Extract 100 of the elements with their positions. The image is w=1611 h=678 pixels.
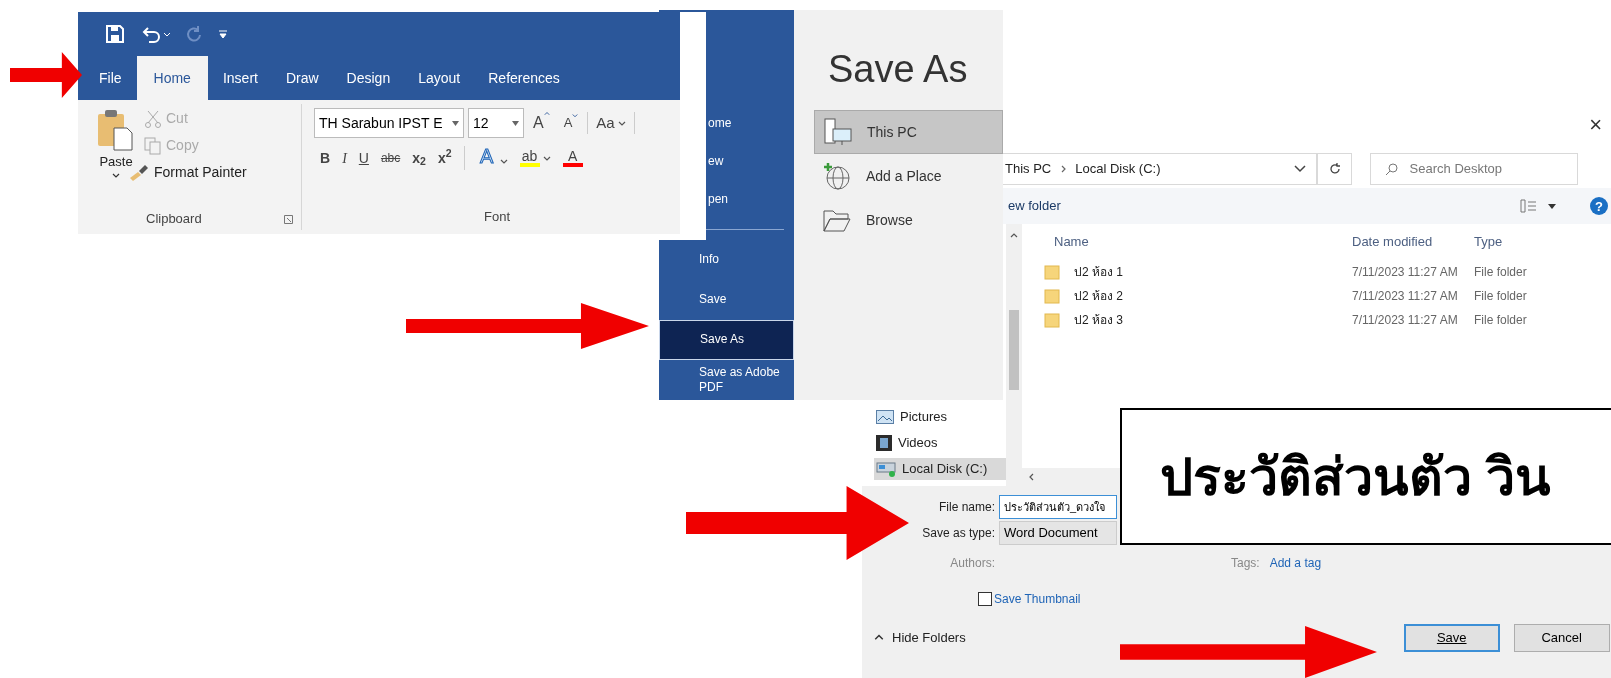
format-button[interactable]: B	[320, 147, 331, 169]
search-input[interactable]: Search Desktop	[1409, 159, 1560, 179]
search-field[interactable]: Search Desktop	[1369, 153, 1578, 185]
type-cell-text: File folder	[1474, 264, 1527, 281]
save-location-item[interactable]: This PC	[814, 110, 1003, 154]
ribbon-tab[interactable]: Layout	[405, 56, 474, 100]
scroll-left-icon	[1028, 473, 1036, 481]
field-label: Tags:	[1231, 555, 1260, 572]
scroll-up-icon	[1010, 232, 1018, 240]
grow-font-button[interactable]: A	[528, 111, 555, 135]
folder-icon	[1044, 264, 1060, 280]
caret-icon	[542, 155, 551, 163]
backstage-nav-item[interactable]: pen	[708, 192, 729, 208]
breadcrumb-item[interactable]: This PC	[1005, 159, 1052, 179]
backstage-nav-item[interactable]: ome	[708, 115, 732, 131]
file-type-dropdown[interactable]: Word Document	[999, 521, 1117, 545]
caret-icon	[112, 171, 120, 180]
scrollbar-thumb[interactable]	[1009, 310, 1019, 390]
ribbon-tab[interactable]: Insert	[209, 56, 271, 100]
shrink-font-button[interactable]: A	[558, 113, 584, 133]
save-location-item[interactable]: Browse	[814, 198, 1003, 242]
dialog-launcher-icon[interactable]	[284, 214, 293, 224]
dropdown-arrow-icon	[512, 120, 519, 126]
picture-icon	[876, 410, 894, 424]
search-icon	[1384, 162, 1398, 176]
format-button[interactable]: x$_{2}$	[412, 147, 426, 169]
add-tag-link[interactable]: Add a tag	[1269, 554, 1322, 572]
save-icon[interactable]	[106, 25, 124, 43]
backstage-nav-item[interactable]: Save As	[659, 320, 794, 360]
dropdown-icon[interactable]	[1294, 165, 1307, 173]
file-row[interactable]: ป2 ห้อง 2 7/11/2023 11:27 AM File folder	[1022, 284, 1611, 308]
ribbon-tab[interactable]: Draw	[272, 56, 332, 100]
backstage-nav-item[interactable]: ew	[708, 154, 724, 169]
customize-icon[interactable]	[218, 29, 228, 39]
change-case-button[interactable]: Aa	[592, 111, 630, 135]
format-button[interactable]: x$^{2}$	[437, 147, 452, 169]
ribbon-tab[interactable]: Design	[333, 56, 404, 100]
caret-icon	[499, 158, 508, 166]
refresh-button[interactable]	[1317, 153, 1352, 185]
file-name: ป2 ห้อง 1	[1074, 264, 1124, 281]
font-color-button[interactable]: A	[562, 149, 583, 167]
computer-icon	[823, 117, 853, 147]
format-button[interactable]: I	[342, 147, 347, 169]
drive-icon	[876, 461, 896, 477]
folder-icon	[1044, 288, 1060, 304]
backstage-nav-item[interactable]: Info	[659, 240, 794, 280]
column-header[interactable]: Type	[1474, 232, 1503, 252]
file-name-field[interactable]: ประวัติส่วนตัว_ดวงใจ	[999, 495, 1117, 519]
chevron-icon	[1059, 165, 1068, 173]
column-header[interactable]: Name	[1054, 232, 1352, 252]
group-label: Clipboard	[146, 210, 202, 229]
dropdown-arrow-icon	[452, 120, 459, 126]
copy-icon	[144, 136, 162, 155]
save-button[interactable]: Save	[1403, 624, 1500, 652]
type-cell-text: File folder	[1474, 288, 1527, 305]
highlight-button[interactable]: ab	[519, 149, 551, 167]
backstage-nav-item[interactable]: Save as Adobe PDF	[659, 360, 794, 400]
date-cell-text: 7/11/2023 11:27 AM	[1352, 312, 1459, 329]
ribbon-tab[interactable]: Home	[136, 56, 208, 100]
folder-icon	[1044, 312, 1060, 328]
font-name-dropdown[interactable]: TH Sarabun IPST E	[314, 108, 464, 138]
font-size-dropdown[interactable]: 12	[468, 108, 524, 138]
scrollbar[interactable]	[1006, 224, 1022, 486]
help-button[interactable]: ?	[1590, 197, 1608, 215]
format-button[interactable]: U	[358, 147, 369, 169]
group-label: Font	[484, 207, 510, 226]
film-icon	[876, 435, 892, 451]
checkbox[interactable]	[978, 592, 992, 606]
format-button[interactable]: abc	[380, 149, 401, 167]
backstage-title: Save As	[827, 50, 969, 88]
new-folder-button[interactable]: ew folder	[1008, 196, 1061, 216]
folder-icon	[822, 207, 852, 233]
column-header[interactable]: Date modified	[1352, 232, 1474, 252]
scissors-icon	[144, 109, 162, 128]
field-label: Save as type:	[921, 525, 996, 542]
refresh-icon	[1327, 162, 1342, 176]
date-cell-text: 7/11/2023 11:27 AM	[1352, 288, 1459, 305]
clipboard-icon	[96, 108, 136, 152]
nav-item[interactable]: Local Disk (C:)	[874, 458, 1006, 480]
nav-item[interactable]: Videos	[874, 432, 1006, 454]
type-cell-text: File folder	[1474, 312, 1527, 329]
breadcrumb-item[interactable]: Local Disk (C:)	[1075, 159, 1161, 179]
hide-folders-button[interactable]: Hide Folders	[874, 628, 966, 648]
pointer-arrow	[10, 52, 82, 98]
caret-icon	[572, 113, 579, 120]
checkbox-label: Save Thumbnail	[994, 591, 1081, 608]
file-name: ป2 ห้อง 3	[1074, 312, 1124, 329]
nav-item[interactable]: Pictures	[874, 406, 1006, 428]
backstage-nav-item[interactable]: Save	[659, 280, 794, 320]
caret-icon	[543, 111, 550, 117]
cancel-button[interactable]: Cancel	[1513, 624, 1610, 652]
ribbon-tab[interactable]: References	[475, 56, 573, 100]
ribbon-tab[interactable]: File	[86, 56, 135, 100]
undo-icon[interactable]	[140, 25, 170, 43]
file-row[interactable]: ป2 ห้อง 1 7/11/2023 11:27 AM File folder	[1022, 260, 1611, 284]
paste-button[interactable]: Paste	[96, 108, 136, 208]
field-label: Authors:	[949, 555, 996, 572]
file-row[interactable]: ป2 ห้อง 3 7/11/2023 11:27 AM File folder	[1022, 308, 1611, 332]
close-button[interactable]: ×	[1585, 110, 1606, 136]
date-cell-text: 7/11/2023 11:27 AM	[1352, 264, 1459, 281]
